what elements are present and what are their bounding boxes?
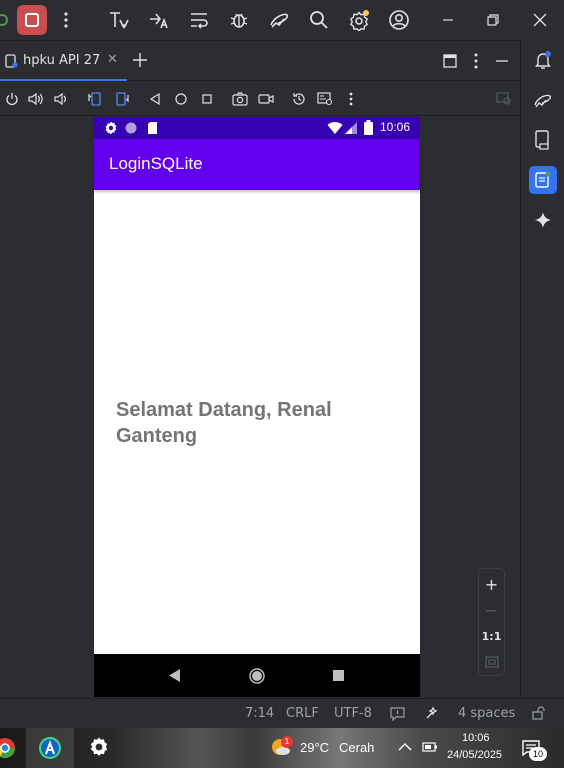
account-icon[interactable] <box>387 8 411 32</box>
profiler-icon[interactable] <box>267 8 291 32</box>
gradle-icon[interactable] <box>529 86 557 114</box>
title-bar <box>0 0 564 40</box>
tray-chevron-up-icon[interactable] <box>398 742 412 752</box>
android-nav-bar <box>94 654 420 697</box>
battery-tray-icon[interactable] <box>422 742 438 752</box>
zoom-fit-icon[interactable] <box>479 649 504 675</box>
clock-time[interactable]: 10:06 <box>462 732 490 744</box>
file-encoding[interactable]: UTF-8 <box>334 706 372 721</box>
zoom-controls: + − 1:1 <box>478 568 505 676</box>
running-devices-icon[interactable] <box>529 166 557 194</box>
welcome-text: Selamat Datang, Renal Ganteng <box>116 399 332 447</box>
lock-icon[interactable] <box>532 706 546 720</box>
window-layout-icon[interactable] <box>443 54 457 68</box>
record-video-icon[interactable] <box>257 90 275 108</box>
ide-status-bar: 7:14 CRLF UTF-8 4 spaces <box>0 698 564 728</box>
volume-down-icon[interactable] <box>52 90 70 108</box>
snapshot-icon[interactable] <box>290 90 308 108</box>
android-settings-icon <box>104 121 118 135</box>
nav-home-icon[interactable] <box>249 668 265 684</box>
right-tool-strip <box>520 40 564 698</box>
wifi-icon <box>327 121 343 135</box>
sd-card-icon <box>147 121 158 135</box>
settings-icon[interactable] <box>347 8 371 32</box>
app-title: LoginSQLite <box>109 154 203 173</box>
restore-window-icon[interactable] <box>481 8 505 32</box>
signal-icon <box>345 122 358 134</box>
gemini-sparkle-icon[interactable] <box>529 206 557 234</box>
minimize-window-icon[interactable] <box>436 8 460 32</box>
notifications-icon[interactable] <box>529 46 557 74</box>
android-clock: 10:06 <box>380 120 411 134</box>
wrap-lines-icon[interactable] <box>187 8 211 32</box>
layout-inspector-icon[interactable] <box>316 90 334 108</box>
spell-check-icon[interactable] <box>147 8 171 32</box>
stop-button[interactable] <box>17 5 47 35</box>
tab-label: hpku API 27 <box>23 53 101 68</box>
clock-date[interactable]: 24/05/2025 <box>447 749 502 761</box>
comment-icon[interactable] <box>390 706 405 721</box>
tab-device-hpku[interactable]: hpku API 27 ✕ <box>0 41 127 81</box>
media-icon <box>125 122 137 134</box>
tab-bar: hpku API 27 ✕ <box>0 40 520 81</box>
debug-icon[interactable] <box>227 8 251 32</box>
android-studio-taskbar-item[interactable] <box>26 728 74 768</box>
home-icon[interactable] <box>172 90 190 108</box>
back-icon[interactable] <box>146 90 164 108</box>
caret-position[interactable]: 7:14 <box>245 706 274 721</box>
device-explorer-icon[interactable] <box>529 126 557 154</box>
notification-count: 10 <box>529 747 547 761</box>
tab-options-icon[interactable] <box>474 53 478 69</box>
ai-assistant-icon[interactable] <box>424 705 440 721</box>
overview-icon[interactable] <box>198 90 216 108</box>
close-window-icon[interactable] <box>528 8 552 32</box>
emulator-screen[interactable]: 10:06 LoginSQLite Selamat Datang, Renal … <box>94 117 420 697</box>
battery-icon <box>364 120 373 135</box>
zoom-region-icon[interactable] <box>495 90 513 108</box>
hide-panel-icon[interactable] <box>495 54 509 68</box>
windows-taskbar: 1 29°C Cerah 10:06 24/05/2025 10 <box>0 728 564 768</box>
nav-recents-icon[interactable] <box>333 670 344 681</box>
zoom-out-button[interactable]: − <box>479 597 504 623</box>
weather-temperature[interactable]: 29°C <box>300 740 329 755</box>
zoom-in-button[interactable]: + <box>479 571 504 597</box>
rotate-right-icon[interactable] <box>113 90 131 108</box>
add-tab-icon[interactable] <box>132 52 148 68</box>
app-bar: LoginSQLite <box>94 139 420 190</box>
line-ending[interactable]: CRLF <box>286 706 319 721</box>
sync-icon[interactable] <box>0 8 14 32</box>
nav-back-icon[interactable] <box>169 669 181 682</box>
zoom-actual-size-button[interactable]: 1:1 <box>479 623 504 649</box>
device-icon <box>4 54 18 68</box>
more-vertical-icon[interactable] <box>54 8 78 32</box>
translate-icon[interactable] <box>107 8 131 32</box>
settings-taskbar-icon[interactable] <box>88 736 110 758</box>
stop-icon <box>25 13 39 27</box>
search-icon[interactable] <box>307 8 331 32</box>
tab-close-icon[interactable]: ✕ <box>107 52 118 67</box>
rotate-left-icon[interactable] <box>86 90 104 108</box>
chrome-icon[interactable] <box>0 736 16 760</box>
emulator-toolbar <box>0 82 520 116</box>
more-options-icon[interactable] <box>342 90 360 108</box>
indent-setting[interactable]: 4 spaces <box>458 706 515 721</box>
weather-badge: 1 <box>281 736 293 748</box>
power-icon[interactable] <box>3 90 21 108</box>
screenshot-icon[interactable] <box>231 90 249 108</box>
volume-up-icon[interactable] <box>27 90 45 108</box>
weather-description[interactable]: Cerah <box>339 740 374 755</box>
android-status-bar: 10:06 <box>94 117 420 139</box>
